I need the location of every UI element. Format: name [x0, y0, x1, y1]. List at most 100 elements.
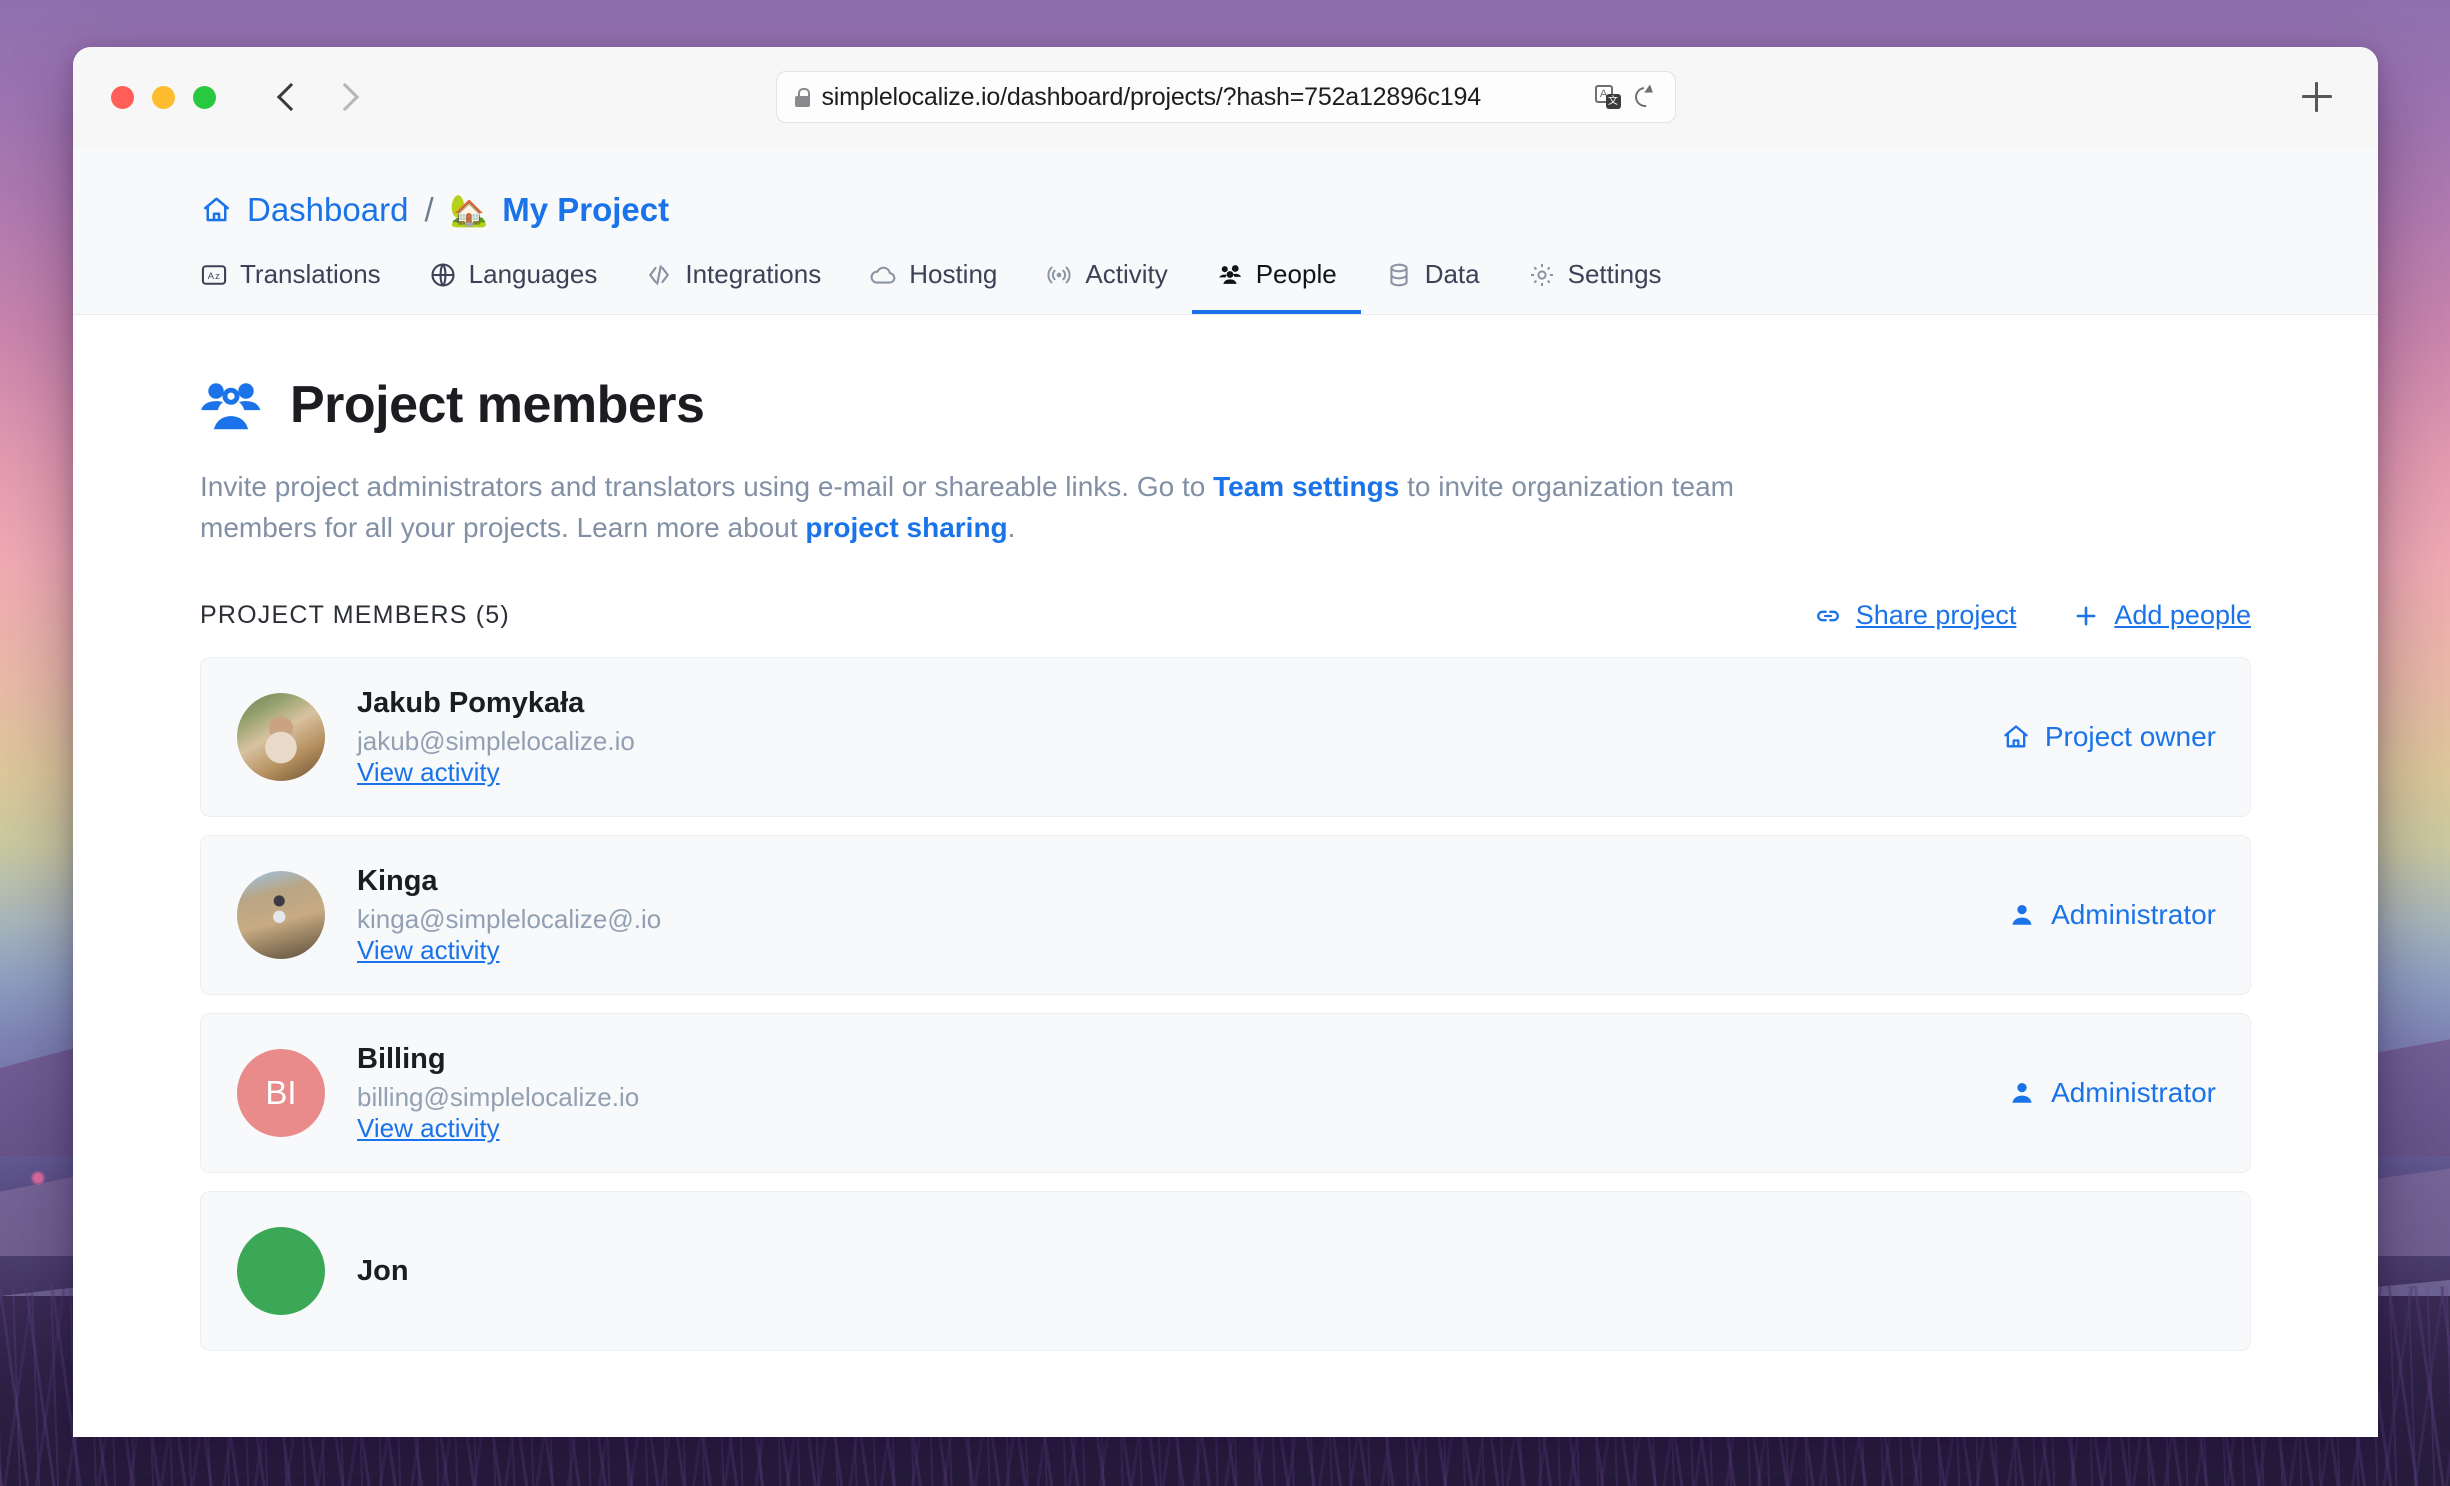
- back-icon[interactable]: [277, 85, 301, 109]
- page-description: Invite project administrators and transl…: [200, 467, 1810, 548]
- page-title-row: Project members: [200, 375, 2251, 435]
- tab-label: Languages: [468, 259, 598, 289]
- member-info: Billing billing@simplelocalize.io View a…: [357, 1043, 2007, 1144]
- tab-settings[interactable]: Settings: [1504, 259, 1686, 314]
- description-text-1: Invite project administrators and transl…: [200, 471, 1214, 502]
- member-info: Jon: [357, 1255, 2216, 1288]
- tab-label: Settings: [1567, 259, 1662, 289]
- gear-icon: [1530, 263, 1553, 286]
- page-content: Project members Invite project administr…: [73, 315, 2378, 1437]
- reload-icon[interactable]: [1633, 85, 1657, 109]
- member-email: kinga@simplelocalize@.io: [357, 903, 662, 934]
- translate-icon[interactable]: A文: [1594, 85, 1621, 109]
- broadcast-icon: [1047, 266, 1071, 283]
- tab-label: Data: [1424, 259, 1480, 289]
- member-name: Kinga: [357, 864, 438, 897]
- table-row[interactable]: Jon: [200, 1191, 2251, 1352]
- member-role-label: Project owner: [2044, 721, 2216, 753]
- view-activity-link[interactable]: View activity: [357, 935, 500, 965]
- minimize-window-button[interactable]: [152, 85, 175, 109]
- member-name: Billing: [357, 1042, 446, 1075]
- table-row[interactable]: Kinga kinga@simplelocalize@.io View acti…: [200, 835, 2251, 996]
- description-text-3: .: [1007, 511, 1016, 543]
- tab-label: Activity: [1085, 259, 1168, 289]
- member-info: Kinga kinga@simplelocalize@.io View acti…: [357, 865, 2007, 966]
- tab-activity[interactable]: Activity: [1021, 259, 1191, 314]
- project-sharing-link[interactable]: project sharing: [805, 512, 1007, 543]
- flower-decoration: [30, 1170, 46, 1186]
- page-title: Project members: [290, 376, 705, 434]
- member-role-label: Administrator: [2051, 899, 2216, 931]
- breadcrumb-project-link[interactable]: My Project: [502, 191, 669, 229]
- share-project-label: Share project: [1855, 600, 2017, 631]
- tab-data[interactable]: Data: [1361, 259, 1504, 314]
- avatar: [237, 693, 325, 782]
- status-badge[interactable]: Administrator: [2007, 899, 2216, 931]
- browser-window: simplelocalize.io/dashboard/projects/?ha…: [73, 47, 2378, 1437]
- globe-icon: [431, 262, 455, 287]
- link-icon: [1816, 610, 1839, 622]
- close-window-button[interactable]: [111, 85, 134, 109]
- table-row[interactable]: Jakub Pomykała jakub@simplelocalize.io V…: [200, 657, 2251, 818]
- member-name: Jon: [357, 1254, 409, 1287]
- home-icon[interactable]: [200, 195, 233, 225]
- members-list: Jakub Pomykała jakub@simplelocalize.io V…: [200, 657, 2251, 1352]
- forward-icon[interactable]: [335, 85, 359, 109]
- app-header: Dashboard / 🏡 My Project A z Translation…: [73, 147, 2378, 315]
- address-bar[interactable]: simplelocalize.io/dashboard/projects/?ha…: [775, 71, 1676, 123]
- avatar: BI: [237, 1049, 325, 1138]
- avatar: [237, 1227, 325, 1316]
- project-tab-bar[interactable]: A z Translations Languages Integrations …: [73, 229, 2378, 314]
- database-icon: [1390, 263, 1408, 286]
- tab-label: People: [1255, 259, 1337, 289]
- tab-translations[interactable]: A z Translations: [200, 259, 405, 314]
- share-project-button[interactable]: Share project: [1814, 600, 2017, 631]
- maximize-window-button[interactable]: [193, 85, 216, 109]
- tab-hosting[interactable]: Hosting: [845, 259, 1021, 314]
- members-actions: Share project Add people: [1814, 600, 2251, 631]
- avatar: [237, 871, 325, 960]
- add-people-button[interactable]: Add people: [2072, 600, 2251, 631]
- home-icon: [2004, 725, 2028, 748]
- browser-toolbar: simplelocalize.io/dashboard/projects/?ha…: [73, 47, 2378, 147]
- tab-label: Integrations: [685, 259, 822, 289]
- tab-label: Hosting: [909, 259, 998, 289]
- people-group-icon: [201, 383, 261, 430]
- add-people-label: Add people: [2114, 600, 2251, 631]
- view-activity-link[interactable]: View activity: [357, 1113, 500, 1143]
- window-controls[interactable]: [111, 85, 216, 109]
- member-email: billing@simplelocalize.io: [357, 1081, 640, 1112]
- status-badge[interactable]: Administrator: [2007, 1077, 2216, 1109]
- breadcrumb-separator: /: [424, 191, 434, 228]
- svg-text:A: A: [208, 270, 215, 280]
- view-activity-link[interactable]: View activity: [357, 757, 500, 787]
- member-name: Jakub Pomykała: [357, 686, 585, 719]
- table-row[interactable]: BI Billing billing@simplelocalize.io Vie…: [200, 1013, 2251, 1174]
- member-role-label: Administrator: [2051, 1077, 2216, 1109]
- tab-languages[interactable]: Languages: [405, 259, 622, 314]
- member-email: jakub@simplelocalize.io: [357, 725, 635, 756]
- member-info: Jakub Pomykała jakub@simplelocalize.io V…: [357, 687, 2001, 788]
- code-icon: [649, 264, 670, 285]
- plus-icon: [2076, 606, 2096, 626]
- cloud-icon: [870, 266, 896, 284]
- status-badge[interactable]: Project owner: [2001, 721, 2216, 753]
- navigation-buttons[interactable]: [277, 85, 359, 109]
- members-section-header: PROJECT MEMBERS (5) Share project Add pe…: [200, 600, 2251, 631]
- breadcrumb-dashboard-link[interactable]: Dashboard: [247, 191, 408, 229]
- tab-label: Translations: [240, 259, 381, 289]
- new-tab-icon[interactable]: [2302, 82, 2332, 112]
- project-emoji-icon: 🏡: [449, 192, 489, 228]
- url-text[interactable]: simplelocalize.io/dashboard/projects/?ha…: [822, 83, 1583, 112]
- svg-text:z: z: [215, 270, 220, 280]
- translate-box-icon: A z: [201, 264, 227, 285]
- tab-people[interactable]: People: [1191, 259, 1361, 314]
- person-icon: [2012, 1083, 2032, 1103]
- team-settings-link[interactable]: Team settings: [1213, 471, 1399, 502]
- members-count-label: PROJECT MEMBERS (5): [200, 601, 510, 630]
- lock-icon: [794, 87, 811, 107]
- person-icon: [2012, 905, 2032, 925]
- tab-integrations[interactable]: Integrations: [621, 259, 845, 314]
- avatar-initials: BI: [265, 1074, 297, 1112]
- people-icon: [1218, 264, 1241, 284]
